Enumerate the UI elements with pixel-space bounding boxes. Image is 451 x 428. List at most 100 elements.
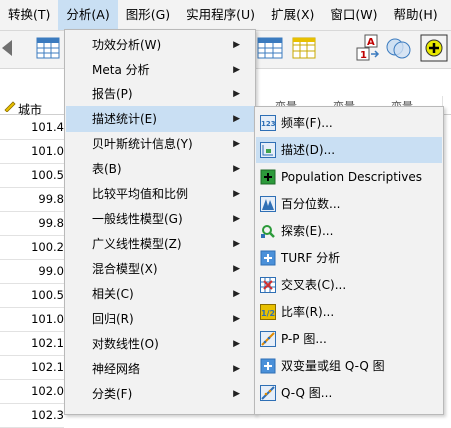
menu-item-percentiles[interactable]: 百分位数... [256,191,442,217]
menu-item-regression[interactable]: 回归(R) ▶ [66,306,254,332]
grid-cell[interactable]: 99.8 [0,187,64,212]
grid-cell[interactable]: 101.0 [0,139,64,164]
submenu-arrow-icon: ▶ [233,139,240,149]
grid-cell[interactable]: 99.8 [0,211,64,236]
grid-cell[interactable]: 100.5 [0,283,64,308]
submenu-arrow-icon: ▶ [233,189,240,199]
svg-text:123: 123 [261,120,276,128]
descriptives-icon [260,142,276,158]
menu-item-label: 描述统计(E) [92,112,157,126]
data-table-icon[interactable] [256,34,284,62]
menu-item-meta-analysis[interactable]: Meta 分析 ▶ [66,57,254,83]
menu-item-label: 贝叶斯统计信息(Y) [92,137,193,151]
menu-item-label: 神经网络 [92,362,141,376]
menu-item-generalized-linear-models[interactable]: 广义线性模型(Z) ▶ [66,231,254,257]
toolbar-arrow-icon[interactable] [0,34,28,62]
submenu-arrow-icon: ▶ [233,314,240,324]
submenu-arrow-icon: ▶ [233,389,240,399]
menu-item-label: 功效分析(W) [92,38,162,52]
menu-item-label: 交叉表(C)... [281,278,347,292]
menu-item-label: 双变量或组 Q-Q 图 [281,359,385,373]
menu-item-label: 描述(D)... [281,143,336,157]
menu-item-label: 报告(P) [92,87,133,101]
variables-icon[interactable] [290,34,318,62]
menu-item-descriptive-statistics[interactable]: 描述统计(E) ▶ [66,106,254,132]
menu-item-label: Meta 分析 [92,63,150,77]
menu-analyze[interactable]: 分析(A) [58,0,118,30]
grid-cell[interactable]: 102.0 [0,379,64,404]
submenu-arrow-icon: ▶ [233,289,240,299]
grid-cell[interactable]: 99.0 [0,259,64,284]
grid-cell[interactable]: 101.0 [0,307,64,332]
menu-item-turf-analysis[interactable]: TURF 分析 [256,245,442,271]
submenu-arrow-icon: ▶ [233,239,240,249]
descriptive-statistics-submenu: 123 频率(F)... 描述(D)... Population Descrip… [254,106,444,415]
population-descriptives-icon [260,169,276,185]
menu-item-pp-plots[interactable]: P-P 图... [256,326,442,352]
menu-item-label: 分类(F) [92,387,133,401]
menu-item-label: 百分位数... [281,197,341,211]
submenu-arrow-icon: ▶ [233,339,240,349]
svg-text:1: 1 [360,50,367,61]
submenu-arrow-icon: ▶ [233,164,240,174]
menu-item-label: 表(B) [92,162,122,176]
frequencies-icon: 123 [260,115,276,131]
svg-text:A: A [367,37,375,48]
submenu-arrow-icon: ▶ [233,114,240,124]
grid-cell[interactable]: 101.4 [0,115,64,140]
menu-item-compare-means[interactable]: 比较平均值和比例 ▶ [66,181,254,207]
menu-item-power-analysis[interactable]: 功效分析(W) ▶ [66,32,254,58]
submenu-arrow-icon: ▶ [233,364,240,374]
menu-item-loglinear[interactable]: 对数线性(O) ▶ [66,331,254,357]
menu-item-reports[interactable]: 报告(P) ▶ [66,81,254,107]
menu-item-label: 探索(E)... [281,224,334,238]
menu-item-tables[interactable]: 表(B) ▶ [66,156,254,182]
menu-item-correlate[interactable]: 相关(C) ▶ [66,281,254,307]
analyze-menu: 功效分析(W) ▶ Meta 分析 ▶ 报告(P) ▶ 描述统计(E) ▶ 贝叶斯统计信… [64,29,256,415]
menu-item-classify[interactable]: 分类(F) ▶ [66,381,254,407]
menu-item-bayesian[interactable]: 贝叶斯统计信息(Y) ▶ [66,131,254,157]
menu-item-ratio[interactable]: 1/2 比率(R)... [256,299,442,325]
menu-item-mixed-models[interactable]: 混合模型(X) ▶ [66,256,254,282]
value-labels-icon[interactable]: A 1 [354,34,382,62]
menubar: 转换(T) 分析(A) 图形(G) 实用程序(U) 扩展(X) 窗口(W) 帮助… [0,0,451,31]
menu-item-frequencies[interactable]: 123 频率(F)... [256,110,442,136]
menu-transform[interactable]: 转换(T) [0,0,58,30]
submenu-arrow-icon: ▶ [233,40,240,50]
menu-utilities[interactable]: 实用程序(U) [178,0,263,30]
grid-cell[interactable]: 102.1 [0,355,64,380]
sets-icon[interactable] [384,34,412,62]
menu-item-label: TURF 分析 [281,251,341,265]
qq-plot-icon [260,385,276,401]
menu-item-crosstabs[interactable]: 交叉表(C)... [256,272,442,298]
menu-item-descriptives[interactable]: 描述(D)... [256,137,442,163]
submenu-arrow-icon: ▶ [233,264,240,274]
grid-cell[interactable]: 102.3 [0,403,64,428]
variable-grid-icon[interactable] [34,34,62,62]
pp-plot-icon [260,331,276,347]
menu-window[interactable]: 窗口(W) [322,0,385,30]
grid-cell[interactable]: 100.2 [0,235,64,260]
grid-cell[interactable]: 102.1 [0,331,64,356]
menu-item-neural-networks[interactable]: 神经网络 ▶ [66,356,254,382]
menu-graphs[interactable]: 图形(G) [118,0,178,30]
menu-item-qq-plots[interactable]: Q-Q 图... [256,380,442,406]
ratio-icon: 1/2 [260,304,276,320]
menu-extensions[interactable]: 扩展(X) [263,0,322,30]
menu-item-label: 频率(F)... [281,116,333,130]
menu-item-label: 相关(C) [92,287,134,301]
submenu-arrow-icon: ▶ [233,214,240,224]
menu-item-population-descriptives[interactable]: Population Descriptives [256,164,442,190]
menu-item-label: 对数线性(O) [92,337,159,351]
menu-item-bivariate-qq-plot[interactable]: 双变量或组 Q-Q 图 [256,353,442,379]
menu-help[interactable]: 帮助(H) [386,0,446,30]
submenu-arrow-icon: ▶ [233,89,240,99]
menu-item-general-linear-model[interactable]: 一般线性模型(G) ▶ [66,206,254,232]
menu-item-label: 一般线性模型(G) [92,212,183,226]
menu-item-explore[interactable]: 探索(E)... [256,218,442,244]
add-icon[interactable] [420,34,448,62]
menu-item-label: 比较平均值和比例 [92,187,189,201]
grid-cell[interactable]: 100.5 [0,163,64,188]
menu-item-label: 广义线性模型(Z) [92,237,182,251]
submenu-arrow-icon: ▶ [233,65,240,75]
